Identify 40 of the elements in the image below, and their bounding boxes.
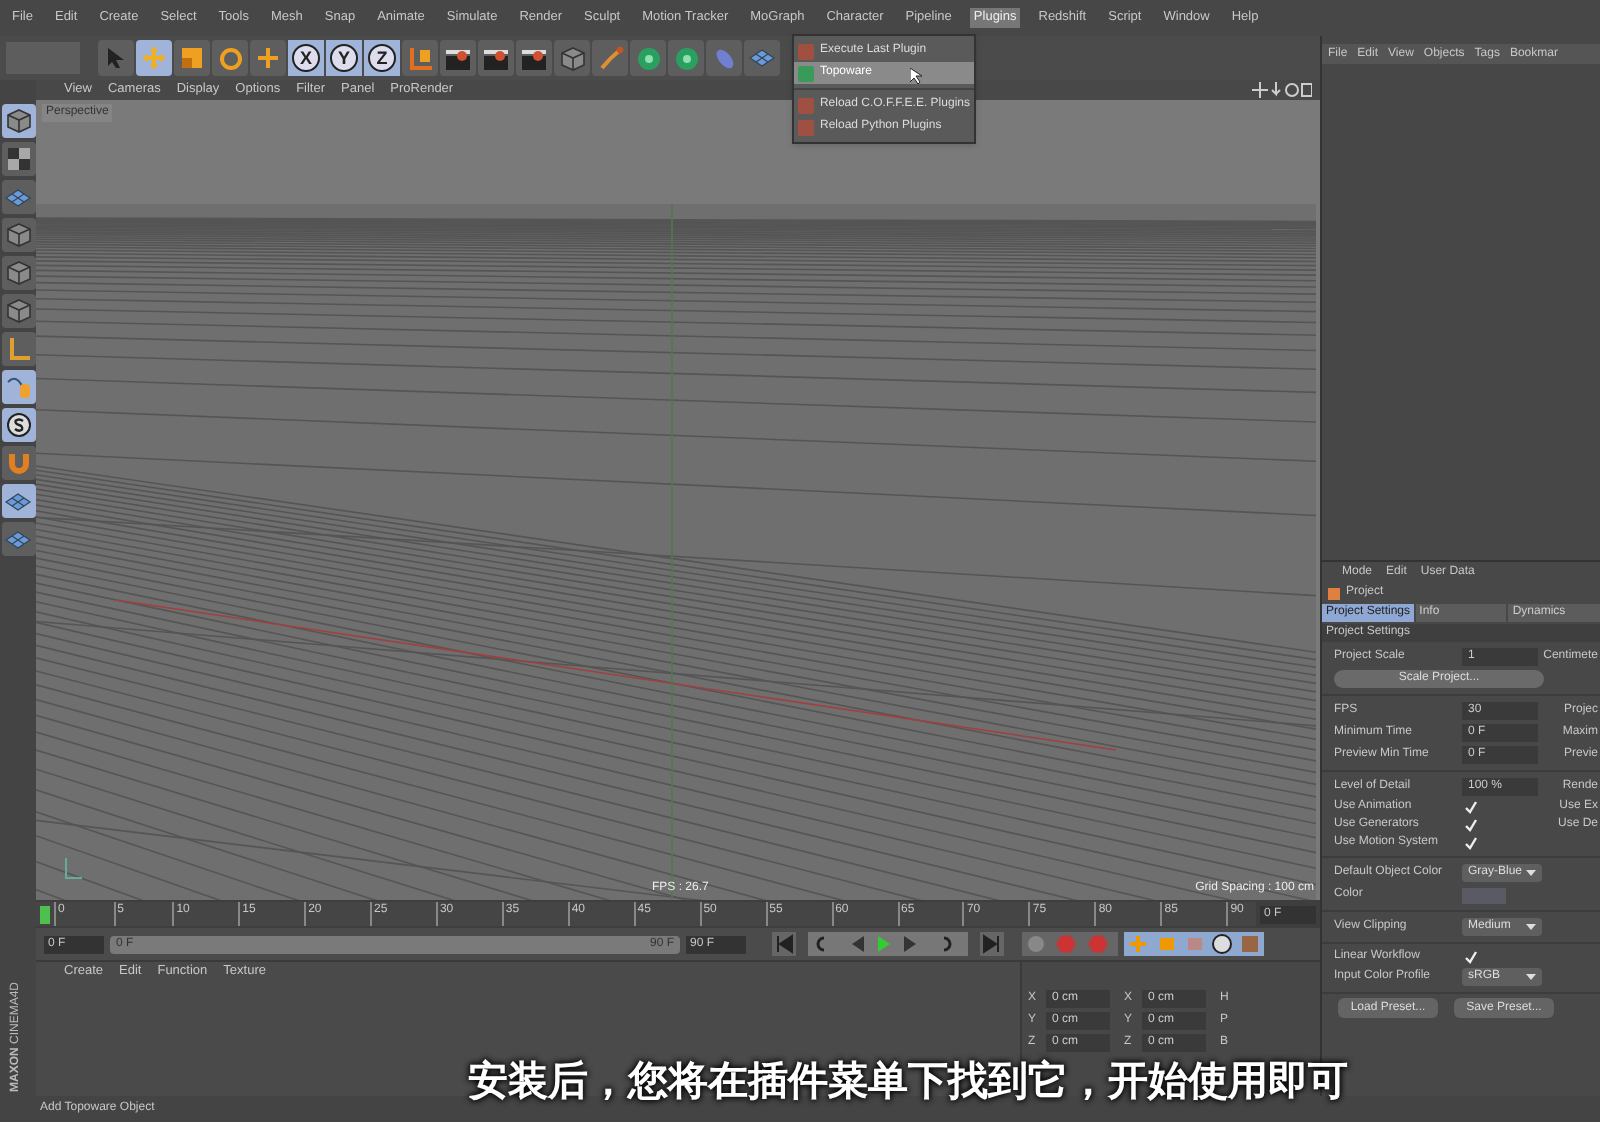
caret-icon [1526, 924, 1536, 930]
clapper-tool-icon[interactable] [516, 40, 552, 76]
subtitle: 安装后，您将在插件菜单下找到它，开始使用即可 [468, 1054, 1348, 1106]
navigation-icon[interactable] [1252, 82, 1312, 98]
floor-tool-icon[interactable] [1, 522, 35, 556]
rotate-tool-icon[interactable] [212, 40, 248, 76]
axis-tool-icon[interactable] [1, 332, 35, 366]
select-tool-icon[interactable] [98, 40, 134, 76]
cube-tool-icon[interactable] [1, 294, 35, 328]
cube-tool-icon[interactable] [1, 218, 35, 252]
color-swatch[interactable] [1462, 887, 1506, 903]
axis-lock-button[interactable]: Y [326, 40, 362, 76]
magnet-tool-icon[interactable] [1, 446, 35, 480]
project-icon [1326, 585, 1342, 601]
axis-gizmo-icon [64, 856, 84, 880]
caret-icon [1526, 870, 1536, 876]
axis-lock-button[interactable]: Z [364, 40, 400, 76]
playhead-marker[interactable] [40, 906, 50, 924]
add-tool-icon[interactable] [250, 40, 286, 76]
cube-tool-icon[interactable] [554, 40, 590, 76]
scale-tool-icon[interactable] [174, 40, 210, 76]
floor-tool-icon[interactable] [1, 180, 35, 214]
cursor-icon [910, 68, 922, 84]
key-mode-buttons-icon[interactable] [1124, 932, 1264, 956]
checkbox[interactable] [1462, 817, 1478, 833]
cube-tool-icon[interactable] [1, 256, 35, 290]
pen-tool-icon[interactable] [592, 40, 628, 76]
axis-lock-button[interactable]: X [288, 40, 324, 76]
clapper-tool-icon[interactable] [440, 40, 476, 76]
cube-tool-icon[interactable] [1, 104, 35, 138]
caret-icon [1526, 974, 1536, 980]
clapper-tool-icon[interactable] [478, 40, 514, 76]
spline-tool-icon[interactable] [1, 370, 35, 404]
checkbox[interactable] [1462, 799, 1478, 815]
floor-tool-icon[interactable] [1, 484, 35, 518]
snap-tool-icon[interactable] [1, 408, 35, 442]
checkbox[interactable] [1462, 835, 1478, 851]
floor-tool-icon[interactable] [744, 40, 780, 76]
checker-tool-icon[interactable] [1, 142, 35, 176]
checkbox[interactable] [1462, 949, 1478, 965]
